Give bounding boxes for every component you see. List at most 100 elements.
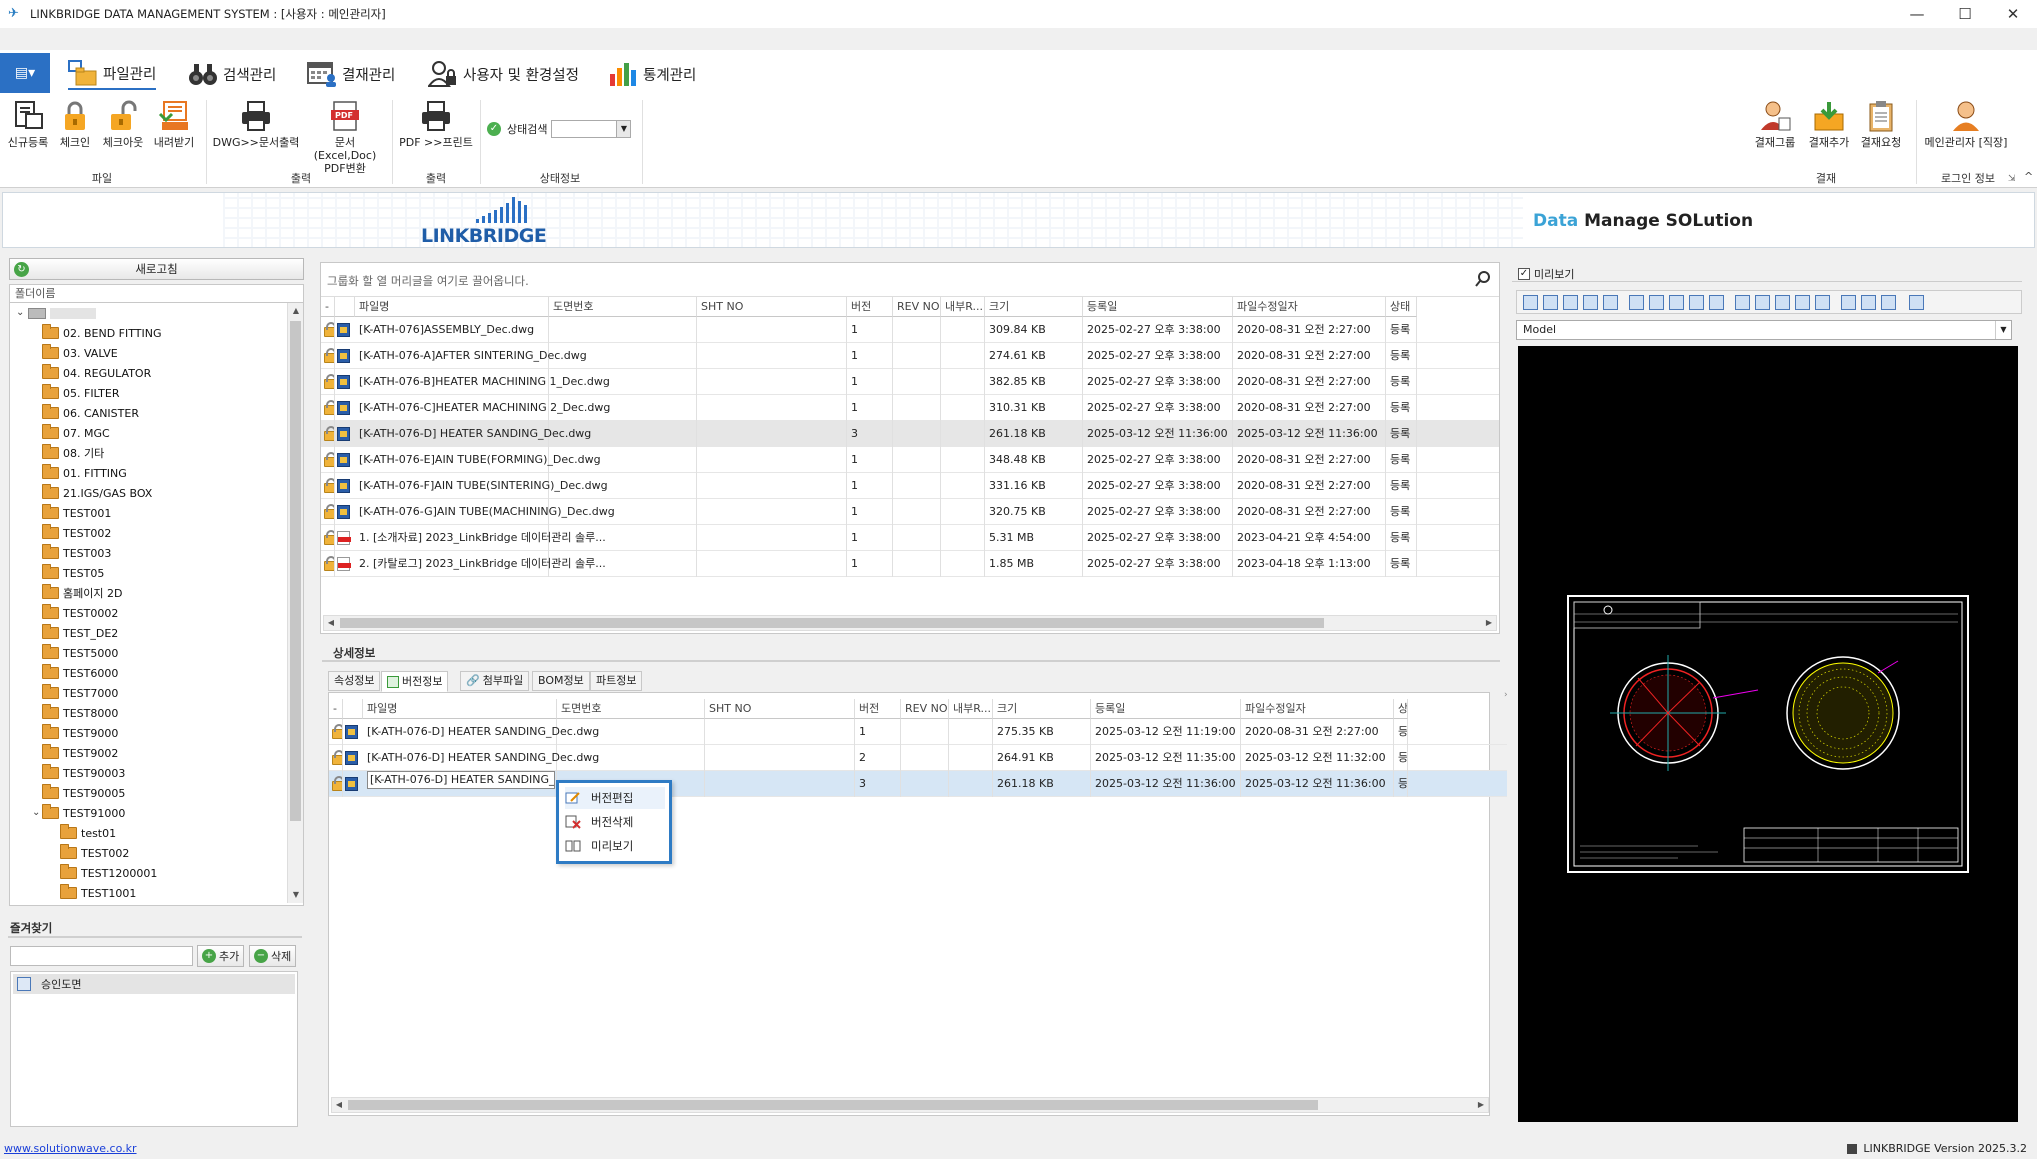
- favorite-delete-button[interactable]: − 삭제: [249, 945, 297, 967]
- tree-folder-item[interactable]: 03. VALVE: [42, 343, 118, 363]
- column-header[interactable]: REV NO: [893, 297, 941, 317]
- table-row[interactable]: [K-ATH-076]ASSEMBLY_Dec.dwg 1 309.84 KB 202…: [321, 317, 1499, 343]
- tree-folder-item[interactable]: TEST5000: [42, 643, 118, 663]
- menu-preview[interactable]: 미리보기: [565, 835, 665, 857]
- paste-icon[interactable]: [1881, 295, 1896, 310]
- website-link[interactable]: www.solutionwave.co.kr: [4, 1142, 137, 1155]
- tree-folder-item[interactable]: TEST8000: [42, 703, 118, 723]
- tree-folder-item[interactable]: TEST002: [60, 843, 129, 863]
- view-2-icon[interactable]: [1755, 295, 1770, 310]
- approval-add-button[interactable]: 결재추가: [1804, 100, 1854, 149]
- user-info-button[interactable]: 메인관리자 [직장]: [1920, 100, 2012, 149]
- column-header[interactable]: 파일명: [363, 699, 557, 719]
- scroll-down-icon[interactable]: ▼: [288, 887, 303, 903]
- tree-folder-item[interactable]: TEST9000: [42, 723, 118, 743]
- tab-version-info[interactable]: 버전정보: [381, 671, 449, 692]
- column-header[interactable]: 버전: [855, 699, 901, 719]
- scroll-right-icon[interactable]: ▶: [1482, 616, 1496, 630]
- column-header[interactable]: 파일수정일자: [1233, 297, 1386, 317]
- view-3-icon[interactable]: [1775, 295, 1790, 310]
- version-grid-hscrollbar[interactable]: ◀ ▶: [331, 1097, 1489, 1113]
- tree-folder-item[interactable]: TEST001: [42, 503, 111, 523]
- doc-pdf-convert-button[interactable]: PDF 문서(Excel,Doc) PDF변환: [304, 100, 386, 175]
- tree-folder-item[interactable]: 08. 기타: [42, 443, 104, 463]
- tree-folder-item[interactable]: TEST7000: [42, 683, 118, 703]
- tab-part-info[interactable]: 파트정보: [590, 671, 643, 691]
- minimize-button[interactable]: —: [1893, 0, 1941, 28]
- column-header[interactable]: 도면번호: [557, 699, 705, 719]
- tree-folder-item[interactable]: 05. FILTER: [42, 383, 120, 403]
- copy-icon[interactable]: [1861, 295, 1876, 310]
- column-header[interactable]: 등록일: [1083, 297, 1233, 317]
- tree-folder-item[interactable]: 04. REGULATOR: [42, 363, 151, 383]
- color-icon[interactable]: [1841, 295, 1856, 310]
- tree-collapse-icon[interactable]: ⌄: [16, 307, 24, 318]
- tree-folder-item[interactable]: TEST003: [42, 543, 111, 563]
- layout-select[interactable]: Model ▼: [1516, 320, 2012, 340]
- fit-icon[interactable]: [1709, 295, 1724, 310]
- table-row[interactable]: [K-ATH-076-A]AFTER SINTERING_Dec.dwg 1 274…: [321, 343, 1499, 369]
- favorite-name-input[interactable]: [10, 946, 193, 966]
- view-5-icon[interactable]: [1815, 295, 1830, 310]
- file-grid-hscrollbar[interactable]: ◀ ▶: [323, 615, 1497, 631]
- column-header[interactable]: 파일명: [355, 297, 549, 317]
- scroll-up-icon[interactable]: ▲: [288, 303, 303, 319]
- tab-statistics[interactable]: 통계관리: [608, 58, 696, 90]
- tree-folder-item[interactable]: TEST05: [42, 563, 104, 583]
- approval-request-button[interactable]: 결재요청: [1856, 100, 1906, 149]
- tree-root[interactable]: [28, 303, 96, 323]
- tab-user-settings[interactable]: 사용자 및 환경설정: [427, 58, 579, 90]
- splitter-arrow-icon[interactable]: ›: [1504, 690, 1508, 700]
- table-row[interactable]: [K-ATH-076-C]HEATER MACHINING 2_Dec.dwg 1…: [321, 395, 1499, 421]
- favorite-add-button[interactable]: + 추가: [197, 945, 245, 967]
- tree-folder-item[interactable]: TEST1200001: [60, 863, 157, 883]
- tab-search-management[interactable]: 검색관리: [188, 58, 276, 90]
- drawing-canvas[interactable]: [1518, 346, 2018, 1122]
- tab-properties[interactable]: 속성정보: [328, 671, 381, 691]
- column-header[interactable]: REV NO: [901, 699, 949, 719]
- tab-bom-info[interactable]: BOM정보: [532, 671, 590, 691]
- dwg-document-output-button[interactable]: DWG>>문서출력: [212, 100, 300, 149]
- menu-edit-version[interactable]: 버전편집: [565, 787, 665, 809]
- column-header[interactable]: 도면번호: [549, 297, 697, 317]
- dialog-launcher-icon[interactable]: ⇲: [2008, 174, 2016, 184]
- close-button[interactable]: ✕: [1989, 0, 2037, 28]
- column-header[interactable]: -: [329, 699, 343, 719]
- column-header[interactable]: 상태: [1386, 297, 1417, 317]
- view-1-icon[interactable]: [1735, 295, 1750, 310]
- view-4-icon[interactable]: [1795, 295, 1810, 310]
- save-icon[interactable]: [1543, 295, 1558, 310]
- tree-folder-item[interactable]: TEST9002: [42, 743, 118, 763]
- zoom-out-icon[interactable]: [1689, 295, 1704, 310]
- column-header[interactable]: 파일수정일자: [1241, 699, 1394, 719]
- download-button[interactable]: 내려받기: [152, 100, 196, 149]
- checkin-button[interactable]: 체크인: [56, 100, 94, 149]
- tree-folder-item[interactable]: 06. CANISTER: [42, 403, 139, 423]
- tree-folder-item[interactable]: 02. BEND FITTING: [42, 323, 162, 343]
- tree-folder-item[interactable]: TEST90003: [42, 763, 125, 783]
- tree-folder-item[interactable]: 21.IGS/GAS BOX: [42, 483, 152, 503]
- checkout-button[interactable]: 체크아웃: [98, 100, 148, 149]
- tree-folder-item[interactable]: test01: [60, 823, 116, 843]
- approval-group-button[interactable]: 결재그룹: [1750, 100, 1800, 149]
- table-row[interactable]: [K-ATH-076-D] HEATER SANDING_De 3 261.18 K…: [329, 771, 1507, 797]
- print-icon[interactable]: [1603, 295, 1618, 310]
- new-register-button[interactable]: 신규등록: [6, 100, 50, 149]
- tab-approval-management[interactable]: 결재관리: [307, 58, 395, 90]
- menu-delete-version[interactable]: 버전삭제: [565, 811, 665, 833]
- app-menu-button[interactable]: ▤▾: [0, 53, 50, 93]
- scroll-thumb[interactable]: [348, 1100, 1318, 1110]
- column-header[interactable]: SHT NO: [705, 699, 855, 719]
- ribbon-collapse-icon[interactable]: ^: [2024, 170, 2033, 183]
- favorite-item[interactable]: 승인도면: [13, 974, 295, 994]
- maximize-button[interactable]: ☐: [1941, 0, 1989, 28]
- tree-folder-item[interactable]: 07. MGC: [42, 423, 110, 443]
- scroll-thumb[interactable]: [340, 618, 1324, 628]
- column-header[interactable]: 상: [1394, 699, 1408, 719]
- table-row[interactable]: [K-ATH-076-D] HEATER SANDING_Dec.dwg 3 261…: [321, 421, 1499, 447]
- tab-file-management[interactable]: 파일관리: [68, 58, 157, 90]
- settings-icon[interactable]: [1909, 295, 1924, 310]
- table-row[interactable]: [K-ATH-076-D] HEATER SANDING_Dec.dwg 1 275…: [329, 719, 1507, 745]
- column-header[interactable]: 크기: [993, 699, 1091, 719]
- export-bmp-icon[interactable]: [1563, 295, 1578, 310]
